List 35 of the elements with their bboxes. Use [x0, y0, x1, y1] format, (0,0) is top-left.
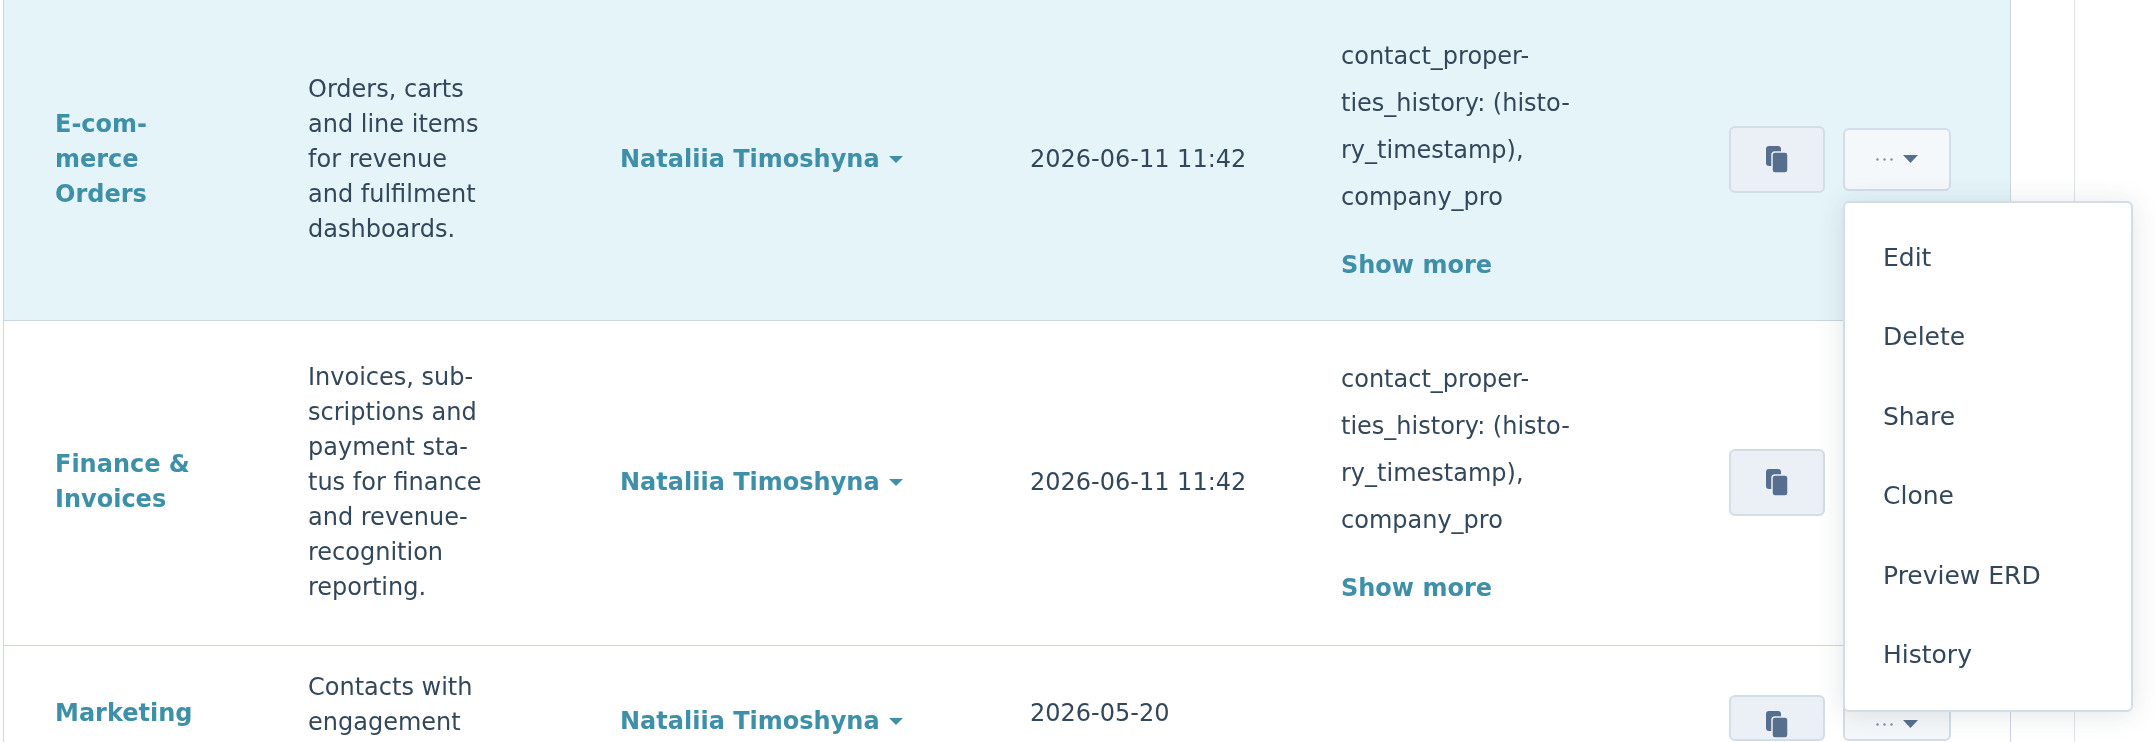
- caret-icon: [888, 155, 903, 163]
- menu-item[interactable]: Share: [1845, 376, 2131, 456]
- copy-button[interactable]: [1729, 125, 1825, 193]
- menu-item[interactable]: Clone: [1845, 456, 2131, 536]
- date-text: 2026-05-20: [1030, 698, 1170, 729]
- show-more-link[interactable]: Show more: [1341, 245, 1492, 285]
- dataset-name-link[interactable]: Finance & Invoices: [55, 447, 190, 517]
- copy-icon: [1766, 710, 1788, 738]
- properties-text: contact_proper- ties_history: (histo- ry_timestamp), company_pro: [1341, 364, 1570, 536]
- copy-button[interactable]: [1729, 695, 1825, 741]
- menu-item[interactable]: Delete: [1845, 297, 2131, 377]
- description-text: Invoices, sub- scriptions and payment sta- tus for finance and revenue- recognition reporting.: [308, 361, 482, 603]
- owner-dropdown[interactable]: Nataliia Timoshyna: [620, 704, 903, 739]
- description-text: Orders, carts and line items for revenue and fulfilment dashboards.: [308, 73, 479, 245]
- dataset-name-link[interactable]: E-com- merce Orders: [55, 106, 148, 212]
- menu-item[interactable]: Edit: [1845, 217, 2131, 297]
- properties-text: contact_proper- ties_history: (histo- ry_timestamp), company_pro: [1341, 41, 1570, 213]
- copy-icon: [1766, 145, 1788, 173]
- dataset-name-link[interactable]: Marketing: [55, 696, 193, 731]
- description-text: Contacts with engagement: [308, 672, 473, 738]
- caret-icon: [1903, 155, 1918, 163]
- caret-icon: [888, 718, 903, 725]
- date-text: 2026-06-11 11:42: [1030, 466, 1247, 498]
- copy-icon: [1766, 468, 1788, 496]
- date-text: 2026-06-11 11:42: [1030, 143, 1247, 175]
- owner-dropdown[interactable]: Nataliia Timoshyna: [620, 141, 903, 177]
- caret-icon: [1903, 720, 1918, 728]
- show-more-link[interactable]: Show more: [1341, 568, 1492, 608]
- dots-icon: [1876, 157, 1893, 161]
- menu-item[interactable]: History: [1845, 615, 2131, 695]
- copy-button[interactable]: [1729, 448, 1825, 516]
- caret-icon: [888, 478, 903, 486]
- owner-dropdown[interactable]: Nataliia Timoshyna: [620, 464, 903, 500]
- dots-icon: [1876, 722, 1893, 726]
- menu-item[interactable]: Preview ERD: [1845, 535, 2131, 615]
